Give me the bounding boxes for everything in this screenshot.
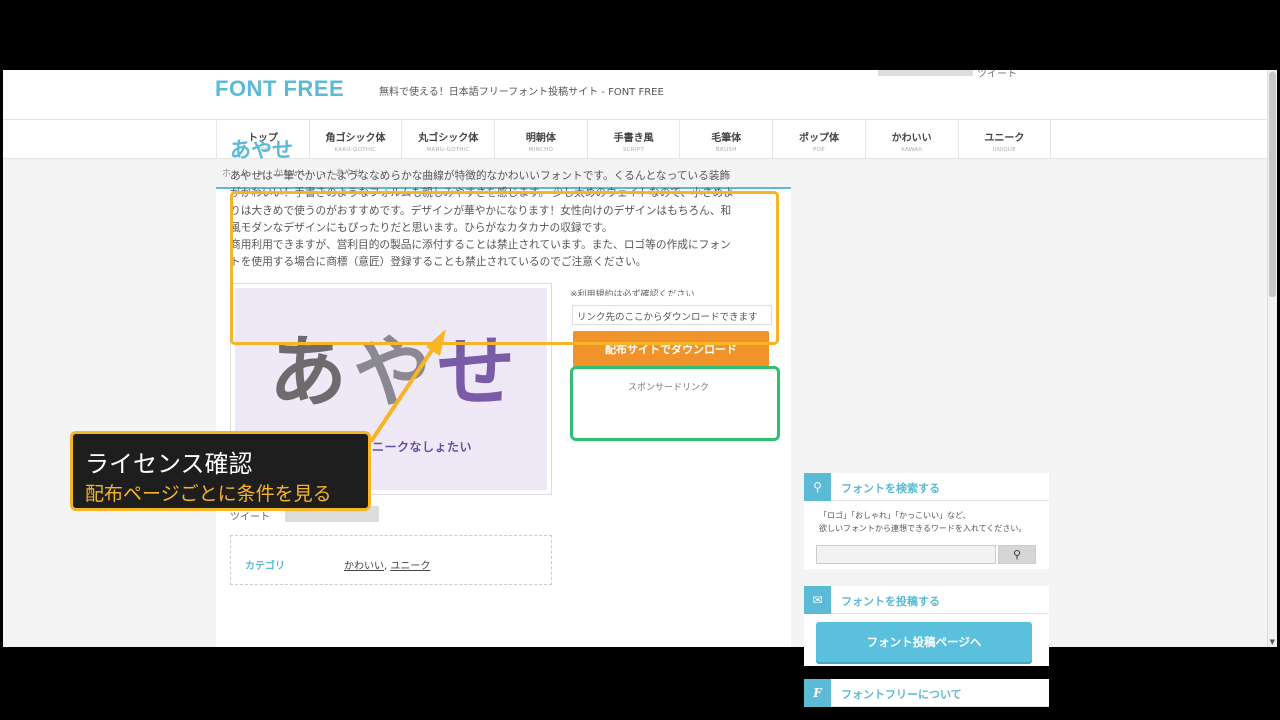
nav-item-kawaii[interactable]: かわいい KAWAII xyxy=(866,120,959,158)
callout-title: ライセンス確認 xyxy=(85,450,253,478)
magnifier-icon: ⚲ xyxy=(804,473,831,501)
site-logo[interactable]: FONT FREE xyxy=(215,76,344,102)
nav-sublabel: BRUSH xyxy=(715,147,737,153)
nav-label: 丸ゴシック体 xyxy=(418,133,479,144)
global-nav: トップ TOP 角ゴシック体 KAKU-GOTHIC 丸ゴシック体 MARU-GOTH… xyxy=(3,119,1267,159)
nav-sublabel: UNIQUE xyxy=(992,147,1017,153)
post-page-button[interactable]: フォント投稿ページへ xyxy=(816,622,1032,662)
nav-sublabel: MINCHO xyxy=(528,147,554,153)
nav-item-pop[interactable]: ポップ体 POP xyxy=(773,120,866,158)
widget-header: ⚲ フォントを検索する xyxy=(804,473,1049,501)
description-highlight-box xyxy=(230,191,779,345)
nav-label: かわいい xyxy=(891,133,932,144)
site-tagline: 無料で使える！日本語フリーフォント投稿サイト - FONT FREE xyxy=(379,87,664,98)
search-widget: ⚲ フォントを検索する 「ロゴ」「おしゃれ」「かっこいい」など、 欲しいフォント… xyxy=(804,473,1049,569)
category-values: かわいい, ユニーク xyxy=(344,557,430,572)
scroll-down-arrow-icon[interactable]: ▼ xyxy=(1270,638,1275,646)
widget-header: F フォントフリーについて xyxy=(804,679,1049,707)
nav-label: ポップ体 xyxy=(798,133,839,144)
nav-item-kaku-gothic[interactable]: 角ゴシック体 KAKU-GOTHIC xyxy=(310,120,403,158)
annotation-callout: ライセンス確認 配布ページごとに条件を見る xyxy=(70,431,371,511)
font-f-icon: F xyxy=(804,679,831,707)
nav-sublabel: KAWAII xyxy=(901,147,923,153)
nav-item-maru-gothic[interactable]: 丸ゴシック体 MARU-GOTHIC xyxy=(402,120,496,158)
scrollbar[interactable]: ▲ ▼ xyxy=(1267,70,1277,647)
search-button[interactable]: ⚲ xyxy=(998,545,1036,564)
nav-sublabel: SCRIPT xyxy=(622,147,645,153)
search-hint: 欲しいフォントから連想できるワードを入れてください。 xyxy=(819,524,1027,533)
category-link-unique[interactable]: ユニーク xyxy=(390,561,430,572)
magnifier-icon: ⚲ xyxy=(1012,548,1022,561)
widget-title: フォントを検索する xyxy=(841,482,940,495)
nav-item-unique[interactable]: ユニーク UNIQUE xyxy=(959,120,1052,158)
category-key: カテゴリ xyxy=(245,561,285,572)
description-line: あやせは一筆でかいたようななめらかな曲線が特徴的なかわいいフォントです。くるんと… xyxy=(230,169,731,182)
nav-item-script[interactable]: 手書き風 SCRIPT xyxy=(588,120,681,158)
nav-label: 手書き風 xyxy=(613,133,654,144)
callout-subtitle: 配布ページごとに条件を見る xyxy=(85,483,332,505)
nav-sublabel: POP xyxy=(813,147,825,153)
nav-label: 角ゴシック体 xyxy=(325,133,386,144)
nav-label: 毛筆体 xyxy=(711,133,742,144)
widget-header: ✉ フォントを投稿する xyxy=(804,586,1049,614)
nav-label: ユニーク xyxy=(984,133,1025,144)
header-tweet-button[interactable]: ツイート xyxy=(977,70,1017,80)
nav-sublabel: KAKU-GOTHIC xyxy=(334,147,377,153)
about-widget: F フォントフリーについて xyxy=(804,679,1049,707)
search-hint: 「ロゴ」「おしゃれ」「かっこいい」など、 xyxy=(819,511,971,520)
category-link-kawaii[interactable]: かわいい xyxy=(344,561,384,572)
nav-label: 明朝体 xyxy=(525,133,556,144)
font-title: あやせ xyxy=(230,138,293,162)
download-highlight-box xyxy=(570,366,780,441)
search-input[interactable] xyxy=(816,545,996,564)
post-widget: ✉ フォントを投稿する フォント投稿ページへ xyxy=(804,586,1049,666)
nav-item-mincho[interactable]: 明朝体 MINCHO xyxy=(495,120,588,158)
scrollbar-thumb[interactable] xyxy=(1269,72,1276,297)
nav-sublabel: MARU-GOTHIC xyxy=(426,147,470,153)
widget-title[interactable]: フォントフリーについて xyxy=(841,686,962,702)
widget-title: フォントを投稿する xyxy=(841,595,940,608)
header-share-widget[interactable] xyxy=(878,70,973,76)
envelope-icon: ✉ xyxy=(804,586,831,614)
nav-item-brush[interactable]: 毛筆体 BRUSH xyxy=(680,120,774,158)
